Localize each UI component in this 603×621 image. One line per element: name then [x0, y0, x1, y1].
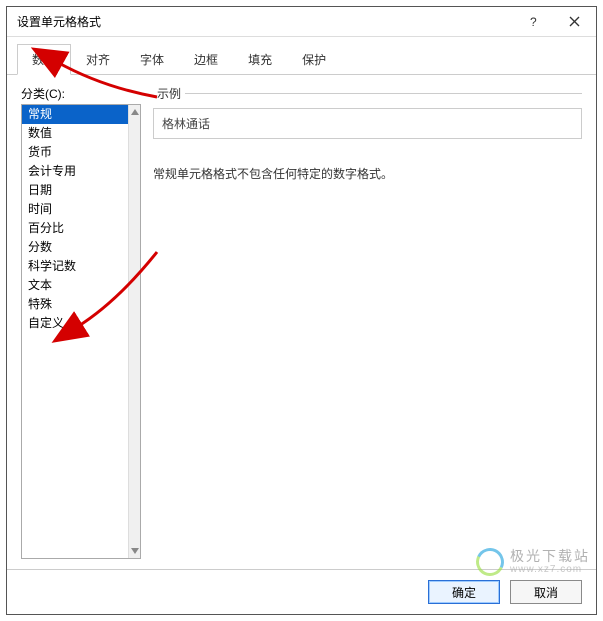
tab-fill[interactable]: 填充 [233, 44, 287, 75]
tab-alignment[interactable]: 对齐 [71, 44, 125, 75]
category-scrollbar[interactable] [128, 105, 140, 558]
category-item-general[interactable]: 常规 [22, 105, 128, 124]
category-item-number[interactable]: 数值 [22, 124, 128, 143]
dialog-title: 设置单元格格式 [17, 13, 514, 30]
cancel-button[interactable]: 取消 [510, 580, 582, 604]
tab-number[interactable]: 数字 [17, 44, 71, 75]
category-item-date[interactable]: 日期 [22, 181, 128, 200]
scroll-down-icon[interactable] [129, 544, 141, 558]
category-item-currency[interactable]: 货币 [22, 143, 128, 162]
category-label: 分类(C): [21, 85, 141, 102]
tabs: 数字 对齐 字体 边框 填充 保护 [7, 37, 596, 75]
category-item-special[interactable]: 特殊 [22, 295, 128, 314]
close-button[interactable] [554, 8, 594, 36]
description-text: 常规单元格格式不包含任何特定的数字格式。 [153, 165, 582, 182]
category-item-text[interactable]: 文本 [22, 276, 128, 295]
ok-button[interactable]: 确定 [428, 580, 500, 604]
category-item-scientific[interactable]: 科学记数 [22, 257, 128, 276]
dialog-footer: 确定 取消 [7, 569, 596, 614]
sample-value: 格林通话 [153, 108, 582, 139]
category-item-time[interactable]: 时间 [22, 200, 128, 219]
help-button[interactable]: ? [514, 8, 554, 36]
content-area: 分类(C): 常规 数值 货币 会计专用 日期 时间 百分比 分数 科学记数 文… [7, 75, 596, 569]
sample-group-label: 示例 [153, 85, 185, 102]
category-listbox[interactable]: 常规 数值 货币 会计专用 日期 时间 百分比 分数 科学记数 文本 特殊 自定… [21, 104, 141, 559]
svg-text:?: ? [530, 16, 537, 28]
category-item-accounting[interactable]: 会计专用 [22, 162, 128, 181]
right-column: 示例 格林通话 常规单元格格式不包含任何特定的数字格式。 [153, 85, 582, 559]
category-item-percentage[interactable]: 百分比 [22, 219, 128, 238]
tab-border[interactable]: 边框 [179, 44, 233, 75]
sample-group: 示例 格林通话 [153, 93, 582, 147]
category-items: 常规 数值 货币 会计专用 日期 时间 百分比 分数 科学记数 文本 特殊 自定… [22, 105, 128, 558]
tab-font[interactable]: 字体 [125, 44, 179, 75]
category-column: 分类(C): 常规 数值 货币 会计专用 日期 时间 百分比 分数 科学记数 文… [21, 85, 141, 559]
scroll-up-icon[interactable] [129, 105, 141, 119]
category-item-custom[interactable]: 自定义 [22, 314, 128, 333]
tab-protection[interactable]: 保护 [287, 44, 341, 75]
category-item-fraction[interactable]: 分数 [22, 238, 128, 257]
titlebar: 设置单元格格式 ? [7, 7, 596, 37]
format-cells-dialog: 设置单元格格式 ? 数字 对齐 字体 边框 填充 保护 分类(C): 常规 数值… [6, 6, 597, 615]
